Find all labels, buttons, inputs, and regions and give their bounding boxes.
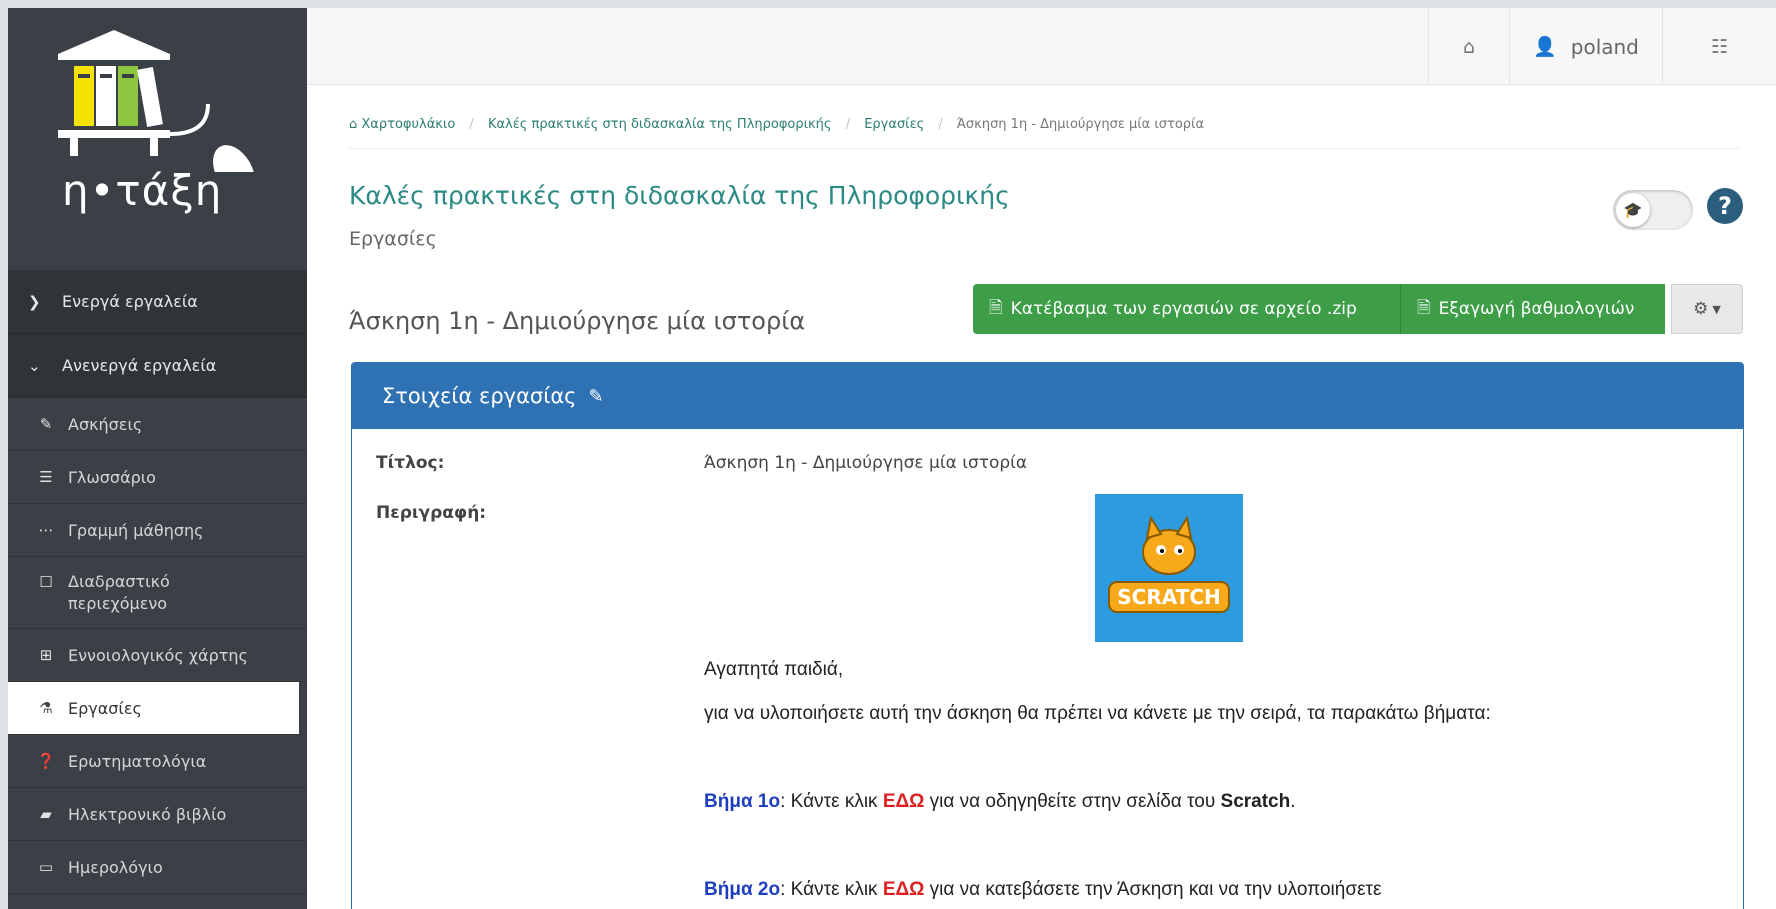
assignment-details-panel: Στοιχεία εργασίας ✎ Τίτλος: Άσκηση 1η - … <box>351 362 1744 909</box>
description-step-1: Βήμα 1ο: Κάντε κλικ ΕΔΩ για να οδηγηθείτ… <box>704 791 1296 813</box>
download-zip-label: Κατέβασμα των εργασιών σε αρχείο .zip <box>1010 299 1357 319</box>
help-icon[interactable]: ? <box>1707 188 1743 224</box>
square-icon: ☐ <box>39 573 53 591</box>
title-label: Τίτλος: <box>376 453 445 473</box>
breadcrumb-separator: / <box>469 117 474 132</box>
step-1-scratch: Scratch <box>1220 791 1291 812</box>
description-label: Περιγραφή: <box>376 503 487 523</box>
breadcrumb-current: Άσκηση 1η - Δημιούργησε μία ιστορία <box>956 117 1205 132</box>
sidebar-item-interactive-content[interactable]: ☐ Διαδραστικό περιεχόμενο <box>8 557 307 629</box>
sidebar-item-glossary[interactable]: ☰ Γλωσσάριο <box>8 451 307 504</box>
sidebar-item-label: Γραμμή μάθησης <box>68 520 204 540</box>
home-button[interactable]: ⌂ <box>1428 8 1509 85</box>
title-value: Άσκηση 1η - Δημιούργησε μία ιστορία <box>704 453 1028 473</box>
sitemap-icon: ⊞ <box>39 646 53 664</box>
sidebar-item-assignments[interactable]: ⚗ Εργασίες <box>8 682 299 735</box>
sidebar-item-questionnaires[interactable]: ❓ Ερωτηματολόγια <box>8 735 307 788</box>
chevron-down-icon: ⌄ <box>28 356 41 375</box>
description-intro: για να υλοποιήσετε αυτή την άσκηση θα πρ… <box>704 703 1491 724</box>
user-menu-button[interactable]: 👤 poland <box>1509 8 1662 85</box>
step-2-text: : Κάντε κλικ <box>780 879 883 900</box>
book-icon: ▰ <box>40 805 52 823</box>
inactive-tools-header[interactable]: ⌄ Ανενεργά εργαλεία <box>8 334 307 398</box>
panel-heading-text: Στοιχεία εργασίας <box>382 384 577 408</box>
sidebar-item-label: Ημερολόγιο <box>68 857 163 877</box>
step-1-text-2: για να οδηγηθείτε στην σελίδα του <box>924 791 1221 812</box>
sidebar-item-exercises[interactable]: ✎ Ασκήσεις <box>8 398 307 451</box>
topbar: ⌂ 👤 poland ☷ <box>307 8 1776 85</box>
student-view-toggle[interactable]: 🎓 <box>1613 190 1693 230</box>
scratch-cat-icon: SCRATCH <box>1095 494 1243 642</box>
breadcrumb-assignments[interactable]: Εργασίες <box>864 117 924 132</box>
step-2-text-2: για να κατεβάσετε την Άσκηση και να την … <box>924 879 1382 900</box>
sidebar-item-label: Διαδραστικό περιεχόμενο <box>68 572 170 613</box>
breadcrumb-course[interactable]: Καλές πρακτικές στη διδασκαλία της Πληρο… <box>488 117 832 132</box>
breadcrumb-portfolio[interactable]: Χαρτοφυλάκιο <box>361 117 455 132</box>
panel-heading: Στοιχεία εργασίας ✎ <box>352 363 1743 429</box>
calendar-icon: ▭ <box>38 858 54 876</box>
sidebar-item-label: Ερωτηματολόγια <box>68 751 207 771</box>
scratch-logo-image: SCRATCH <box>1095 494 1243 642</box>
sidebar-item-label: Εννοιολογικός χάρτης <box>68 645 248 665</box>
breadcrumb-separator: / <box>938 117 943 132</box>
settings-button[interactable]: ☷ <box>1662 8 1776 85</box>
caret-down-icon: ▼ <box>1712 302 1721 316</box>
assignment-title: Άσκηση 1η - Δημιούργησε μία ιστορία <box>349 307 806 335</box>
edit-icon: ✎ <box>39 415 53 433</box>
sidebar-item-label: Εργασίες <box>68 698 142 718</box>
sidebar-item-label: Ασκήσεις <box>68 414 143 434</box>
logo-icon <box>58 30 255 172</box>
edit-icon[interactable]: ✎ <box>589 386 604 407</box>
download-zip-button[interactable]: 🗎 Κατέβασμα των εργασιών σε αρχείο .zip <box>973 284 1401 334</box>
sliders-icon: ☷ <box>1710 35 1729 58</box>
home-icon: ⌂ <box>349 117 362 132</box>
graduation-cap-icon: 🎓 <box>1616 193 1650 227</box>
username: poland <box>1570 34 1639 59</box>
active-tools-header[interactable]: ❯ Ενεργά εργαλεία <box>8 270 307 334</box>
course-subtitle: Εργασίες <box>349 228 437 250</box>
sidebar-item-learning-path[interactable]: ⋯ Γραμμή μάθησης <box>8 504 307 557</box>
step-2-label: Βήμα 2ο <box>704 879 781 900</box>
sidebar-item-ebook[interactable]: ▰ Ηλεκτρονικό βιβλίο <box>8 788 307 841</box>
breadcrumb: ⌂ Χαρτοφυλάκιο / Καλές πρακτικές στη διδ… <box>349 117 1739 149</box>
step-1-label: Βήμα 1ο <box>704 791 781 812</box>
course-title[interactable]: Καλές πρακτικές στη διδασκαλία της Πληρο… <box>349 181 1010 210</box>
logo-text: η•τάξη <box>62 166 223 215</box>
list-icon: ☰ <box>39 468 53 486</box>
logo[interactable]: η•τάξη <box>8 8 307 270</box>
sidebar: η•τάξη ❯ Ενεργά εργαλεία ⌄ Ανενεργά εργα… <box>8 8 307 909</box>
step-1-end: . <box>1290 791 1296 812</box>
breadcrumb-separator: / <box>845 117 851 132</box>
file-excel-icon: 🗎 <box>1417 297 1431 318</box>
chevron-right-icon: ❯ <box>28 292 41 311</box>
gears-icon: ⚙ <box>1693 299 1709 319</box>
export-grades-button[interactable]: 🗎 Εξαγωγή βαθμολογιών <box>1401 284 1665 334</box>
scratch-logo-text: SCRATCH <box>1117 585 1220 609</box>
sidebar-item-label: Ηλεκτρονικό βιβλίο <box>68 804 227 824</box>
step-2-link[interactable]: ΕΔΩ <box>883 879 925 900</box>
inactive-tools-label: Ανενεργά εργαλεία <box>62 356 217 375</box>
step-1-text: : Κάντε κλικ <box>780 791 883 812</box>
sidebar-item-calendar[interactable]: ▭ Ημερολόγιο <box>8 841 307 894</box>
flask-icon: ⚗ <box>39 699 53 717</box>
description-greeting: Αγαπητά παιδιά, <box>704 659 844 680</box>
question-icon: ❓ <box>36 752 56 770</box>
file-zip-icon: 🗎 <box>989 297 1003 318</box>
description-step-2: Βήμα 2ο: Κάντε κλικ ΕΔΩ για να κατεβάσετ… <box>704 879 1382 901</box>
export-grades-label: Εξαγωγή βαθμολογιών <box>1438 299 1635 319</box>
sidebar-item-concept-map[interactable]: ⊞ Εννοιολογικός χάρτης <box>8 629 307 682</box>
sidebar-item-label: Γλωσσάριο <box>68 467 156 487</box>
ellipsis-icon: ⋯ <box>38 521 54 539</box>
home-icon: ⌂ <box>1462 35 1476 58</box>
actions-dropdown-button[interactable]: ⚙ ▼ <box>1671 284 1743 334</box>
main-content: ⌂ Χαρτοφυλάκιο / Καλές πρακτικές στη διδ… <box>307 85 1776 909</box>
active-tools-label: Ενεργά εργαλεία <box>62 292 198 311</box>
step-1-link[interactable]: ΕΔΩ <box>883 791 925 812</box>
user-icon: 👤 <box>1533 36 1557 58</box>
